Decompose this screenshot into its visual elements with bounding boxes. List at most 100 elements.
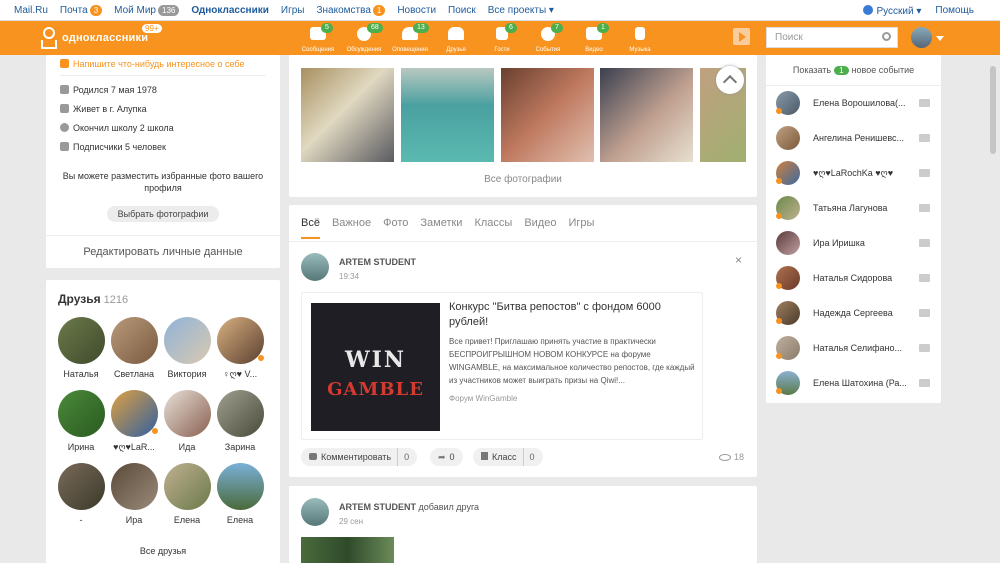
comment-button[interactable]: Комментировать 0 xyxy=(301,448,418,466)
choose-photos-button[interactable]: Выбрать фотографии xyxy=(107,206,219,222)
all-friends-link[interactable]: Все друзья xyxy=(46,546,280,556)
post-time: 19:34 xyxy=(339,272,360,281)
user-avatar[interactable] xyxy=(911,27,932,48)
link-myworld[interactable]: Мой Мир 136 xyxy=(114,5,180,16)
friend-tile[interactable]: Зарина xyxy=(214,390,266,452)
link-odnoklassniki[interactable]: Одноклассники xyxy=(191,5,269,16)
friends-title[interactable]: Друзья 1216 xyxy=(58,292,128,306)
link-mail[interactable]: Почта 3 xyxy=(60,5,103,16)
nav-notifications[interactable]: 13 Оповещения xyxy=(387,21,433,55)
show-new-events[interactable]: Показать 1 новое событие xyxy=(766,65,941,75)
like-button[interactable]: Класс 0 xyxy=(473,448,543,466)
friend-photo xyxy=(57,390,105,437)
post-author[interactable]: ARTEM STUDENT добавил друга xyxy=(339,502,479,512)
edit-profile-link[interactable]: Редактировать личные данные xyxy=(46,235,280,258)
friend-tile[interactable]: Ида xyxy=(161,390,213,452)
school: Окончил школу 2 школа xyxy=(60,123,174,133)
friend-tile[interactable]: ♥ღ♥LaR... xyxy=(108,390,160,453)
friend-tile[interactable]: Виктория xyxy=(161,317,213,379)
post-author-avatar[interactable] xyxy=(301,253,329,281)
online-friend[interactable]: Наталья Сидорова xyxy=(776,266,934,290)
subscribers[interactable]: Подписчики 5 человек xyxy=(60,142,166,152)
search-input[interactable]: Поиск xyxy=(766,27,898,48)
envelope-icon[interactable] xyxy=(919,169,930,177)
link-search[interactable]: Поиск xyxy=(448,5,476,16)
feed-card: Всё Важное Фото Заметки Классы Видео Игр… xyxy=(289,205,757,477)
online-friend[interactable]: Елена Шатохина (Ра... xyxy=(776,371,934,395)
friend-tile[interactable]: Наталья xyxy=(55,317,107,379)
online-friend[interactable]: Татьяна Лагунова xyxy=(776,196,934,220)
post-author[interactable]: ARTEM STUDENT xyxy=(339,257,416,267)
nav-friends[interactable]: Друзья xyxy=(433,21,479,55)
tab-video[interactable]: Видео xyxy=(524,217,556,239)
friend-tile[interactable]: Светлана xyxy=(108,317,160,379)
all-photos-link[interactable]: Все фотографии xyxy=(289,174,757,185)
portal-links: Mail.Ru Почта 3 Мой Мир 136 Одноклассники … xyxy=(14,5,554,16)
envelope-icon[interactable] xyxy=(919,344,930,352)
photo-thumbnail[interactable] xyxy=(600,68,693,162)
nav-music[interactable]: Музыка xyxy=(617,21,663,55)
link-all-projects[interactable]: Все проекты ▾ xyxy=(488,5,554,16)
link-title[interactable]: Конкурс "Битва репостов" с фондом 6000 р… xyxy=(449,300,694,330)
online-friend[interactable]: Ира Иришка xyxy=(776,231,934,255)
nav-events[interactable]: 7 События xyxy=(525,21,571,55)
post-photo[interactable] xyxy=(301,537,394,563)
link-games[interactable]: Игры xyxy=(281,5,305,16)
envelope-icon[interactable] xyxy=(919,204,930,212)
photo-thumbnail[interactable] xyxy=(501,68,594,162)
nav-video[interactable]: 1 Видео xyxy=(571,21,617,55)
friend-tile[interactable]: Ирина xyxy=(55,390,107,452)
envelope-icon[interactable] xyxy=(919,239,930,247)
play-icon[interactable] xyxy=(733,28,750,45)
friend-tile[interactable]: Елена xyxy=(161,463,213,525)
share-button[interactable]: ➦ 0 xyxy=(430,448,463,466)
nav-badge: 7 xyxy=(551,23,563,33)
envelope-icon[interactable] xyxy=(919,99,930,107)
tab-all[interactable]: Всё xyxy=(301,217,320,239)
chevron-down-icon[interactable] xyxy=(936,36,944,41)
link-dating[interactable]: Знакомства 1 xyxy=(316,5,386,16)
friend-tile[interactable]: Ира xyxy=(108,463,160,525)
tab-photo[interactable]: Фото xyxy=(383,217,408,239)
friend-tile[interactable]: Елена xyxy=(214,463,266,525)
about-prompt-link[interactable]: Напишите что-нибудь интересное о себе xyxy=(60,59,244,69)
envelope-icon[interactable] xyxy=(919,134,930,142)
page-scrollbar[interactable] xyxy=(990,66,996,154)
tab-likes[interactable]: Классы xyxy=(474,217,512,239)
shared-link-card[interactable]: WIN GAMBLE Конкурс "Битва репостов" с фо… xyxy=(301,292,703,440)
tab-notes[interactable]: Заметки xyxy=(420,217,462,239)
photo-thumbnail[interactable] xyxy=(401,68,494,162)
link-news[interactable]: Новости xyxy=(397,5,436,16)
envelope-icon[interactable] xyxy=(919,274,930,282)
nav-discussions[interactable]: 68 Обсуждения xyxy=(341,21,387,55)
post-time: 29 сен xyxy=(339,517,363,526)
nav-guests[interactable]: 6 Гости xyxy=(479,21,525,55)
pencil-icon xyxy=(60,59,69,68)
nav-messages[interactable]: 5 Сообщения xyxy=(295,21,341,55)
friend-tile[interactable]: ♀ღ♥ V... xyxy=(214,317,266,380)
scroll-up-icon[interactable] xyxy=(716,66,744,94)
post-author-avatar[interactable] xyxy=(301,498,329,526)
online-friend[interactable]: Надежда Сергеева xyxy=(776,301,934,325)
link-mailru[interactable]: Mail.Ru xyxy=(14,5,48,16)
online-friend[interactable]: Наталья Селифано... xyxy=(776,336,934,360)
tab-important[interactable]: Важное xyxy=(332,217,371,239)
online-friend[interactable]: Ангелина Ренишевс... xyxy=(776,126,934,150)
close-icon[interactable]: × xyxy=(735,253,742,267)
ok-logo[interactable]: одноклассники 99+ xyxy=(40,24,162,49)
envelope-icon[interactable] xyxy=(919,309,930,317)
friend-tile[interactable]: - xyxy=(55,463,107,525)
search-icon[interactable] xyxy=(882,32,891,41)
help-link[interactable]: Помощь xyxy=(935,5,974,17)
photo-thumbnail[interactable] xyxy=(301,68,394,162)
online-friend[interactable]: ♥ღ♥LaRochKa ♥ღ♥ xyxy=(776,161,934,185)
link-source[interactable]: Форум WinGamble xyxy=(449,394,517,403)
tab-games[interactable]: Игры xyxy=(568,217,594,239)
envelope-icon[interactable] xyxy=(919,379,930,387)
comment-icon xyxy=(309,453,317,460)
language-select[interactable]: Русский ▾ xyxy=(863,5,921,17)
friends-card: Друзья 1216 Наталья Светлана Виктория ♀ღ♥… xyxy=(46,280,280,563)
link-description: Все привет! Приглашаю принять участие в … xyxy=(449,337,695,385)
wingamble-image[interactable]: WIN GAMBLE xyxy=(311,303,440,431)
online-friend[interactable]: Елена Ворошилова(... xyxy=(776,91,934,115)
